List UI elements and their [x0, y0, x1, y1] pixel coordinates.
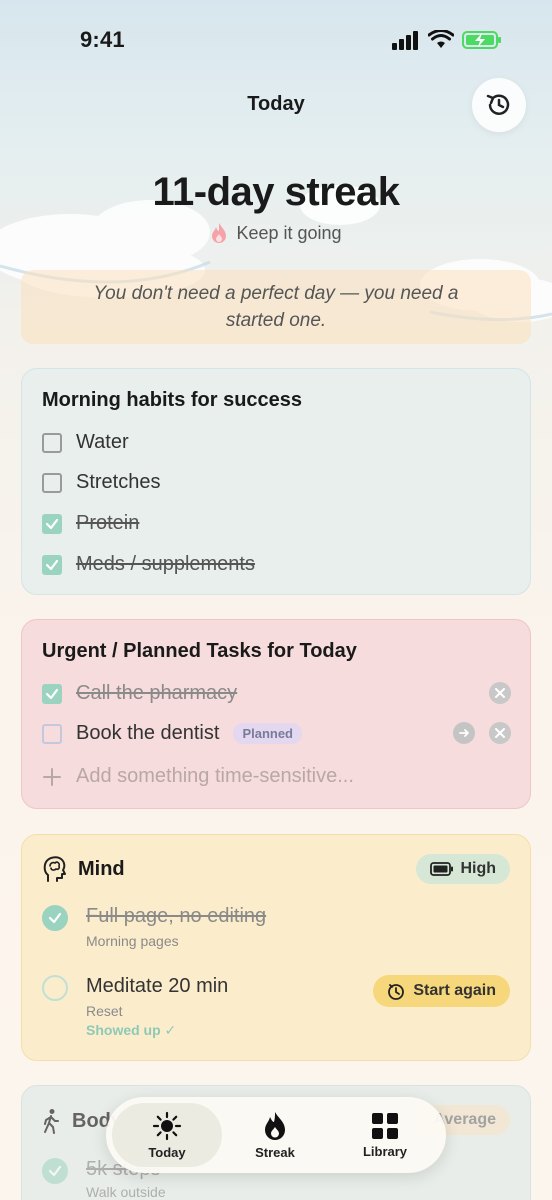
energy-level-label: High — [460, 860, 496, 877]
tab-library[interactable]: Library — [330, 1103, 440, 1167]
flame-icon — [212, 223, 227, 243]
checkmark-icon — [45, 559, 59, 570]
sun-icon — [152, 1111, 182, 1140]
flame-icon — [265, 1111, 285, 1140]
habit-label: Stretches — [76, 471, 161, 493]
start-again-button[interactable]: Start again — [373, 975, 510, 1007]
plus-icon — [43, 767, 61, 786]
history-icon — [486, 94, 510, 115]
start-again-label: Start again — [413, 982, 496, 999]
checkbox[interactable] — [42, 723, 62, 744]
checkmark-icon — [48, 1165, 62, 1177]
energy-level-badge[interactable]: High — [416, 854, 510, 884]
checkbox-checked[interactable] — [42, 683, 62, 704]
mind-card: Mind High Full page, no editing Morning … — [21, 834, 531, 1061]
mind-task-title[interactable]: Meditate 20 min — [86, 975, 228, 998]
mind-card-title: Mind — [78, 858, 125, 880]
checkmark-icon — [45, 518, 59, 529]
urgent-task-item[interactable]: Book the dentist Planned — [42, 722, 303, 745]
page-title: Today — [247, 93, 305, 115]
arrow-right-icon — [459, 729, 469, 737]
habits-card-title: Morning habits for success — [42, 389, 303, 411]
checkbox[interactable] — [42, 472, 62, 493]
body-task-subtitle: Walk outside — [86, 1184, 166, 1200]
cellular-signal-icon — [392, 31, 418, 50]
battery-full-icon — [430, 862, 454, 876]
wifi-icon — [428, 30, 454, 48]
close-icon — [495, 728, 505, 738]
tab-today[interactable]: Today — [112, 1103, 222, 1167]
grid-icon — [372, 1112, 398, 1139]
mind-task-note: Showed up ✓ — [86, 1022, 177, 1038]
task-complete-toggle[interactable] — [42, 1158, 68, 1184]
urgent-task-label: Call the pharmacy — [76, 682, 238, 704]
habit-item[interactable]: Water — [42, 431, 129, 454]
habit-label: Water — [76, 431, 129, 453]
planned-badge: Planned — [233, 723, 303, 744]
streak-title: 11-day streak — [152, 170, 400, 214]
checkmark-icon — [48, 912, 62, 924]
task-complete-toggle[interactable] — [42, 905, 68, 931]
urgent-card-title: Urgent / Planned Tasks for Today — [42, 640, 357, 662]
habit-label: Meds / supplements — [76, 553, 255, 575]
move-task-button[interactable] — [453, 722, 475, 744]
walking-icon — [44, 1109, 59, 1134]
checkbox-checked[interactable] — [42, 554, 62, 575]
urgent-tasks-card: Urgent / Planned Tasks for Today Call th… — [21, 619, 531, 809]
add-task-placeholder: Add something time-sensitive... — [76, 765, 354, 787]
habit-label: Protein — [76, 512, 140, 534]
urgent-task-label: Book the dentist — [76, 722, 220, 744]
task-complete-toggle[interactable] — [42, 975, 68, 1001]
status-time: 9:41 — [80, 27, 125, 52]
checkbox-checked[interactable] — [42, 513, 62, 534]
streak-subtitle-text: Keep it going — [236, 222, 342, 243]
remove-task-button[interactable] — [489, 722, 511, 744]
head-brain-icon — [43, 856, 66, 882]
streak-subtitle: Keep it going — [0, 222, 552, 244]
checkbox[interactable] — [42, 432, 62, 453]
tab-label: Library — [362, 1143, 408, 1159]
tab-label: Today — [148, 1144, 186, 1160]
mind-task-subtitle: Reset — [86, 1003, 123, 1019]
checkmark-icon — [45, 688, 59, 699]
tab-label: Streak — [255, 1144, 295, 1160]
motivational-quote: You don't need a perfect day — you need … — [21, 270, 531, 344]
habit-item[interactable]: Stretches — [42, 471, 160, 494]
bottom-tab-bar: Today Streak Library — [106, 1097, 446, 1173]
battery-charging-icon — [462, 31, 501, 49]
remove-task-button[interactable] — [489, 682, 511, 704]
mind-task-title[interactable]: Full page, no editing — [86, 905, 266, 928]
close-icon — [495, 688, 505, 698]
mind-task-subtitle: Morning pages — [86, 933, 179, 949]
add-task-row[interactable]: Add something time-sensitive... — [42, 765, 354, 788]
status-bar: 9:41 — [0, 0, 552, 84]
tab-streak[interactable]: Streak — [220, 1103, 330, 1167]
habit-item[interactable]: Protein — [42, 512, 139, 535]
habits-card: Morning habits for success Water Stretch… — [21, 368, 531, 595]
urgent-task-item[interactable]: Call the pharmacy — [42, 682, 237, 705]
timer-icon — [388, 984, 405, 1000]
history-button[interactable] — [472, 78, 526, 132]
status-icons — [392, 30, 502, 50]
habit-item[interactable]: Meds / supplements — [42, 553, 255, 576]
